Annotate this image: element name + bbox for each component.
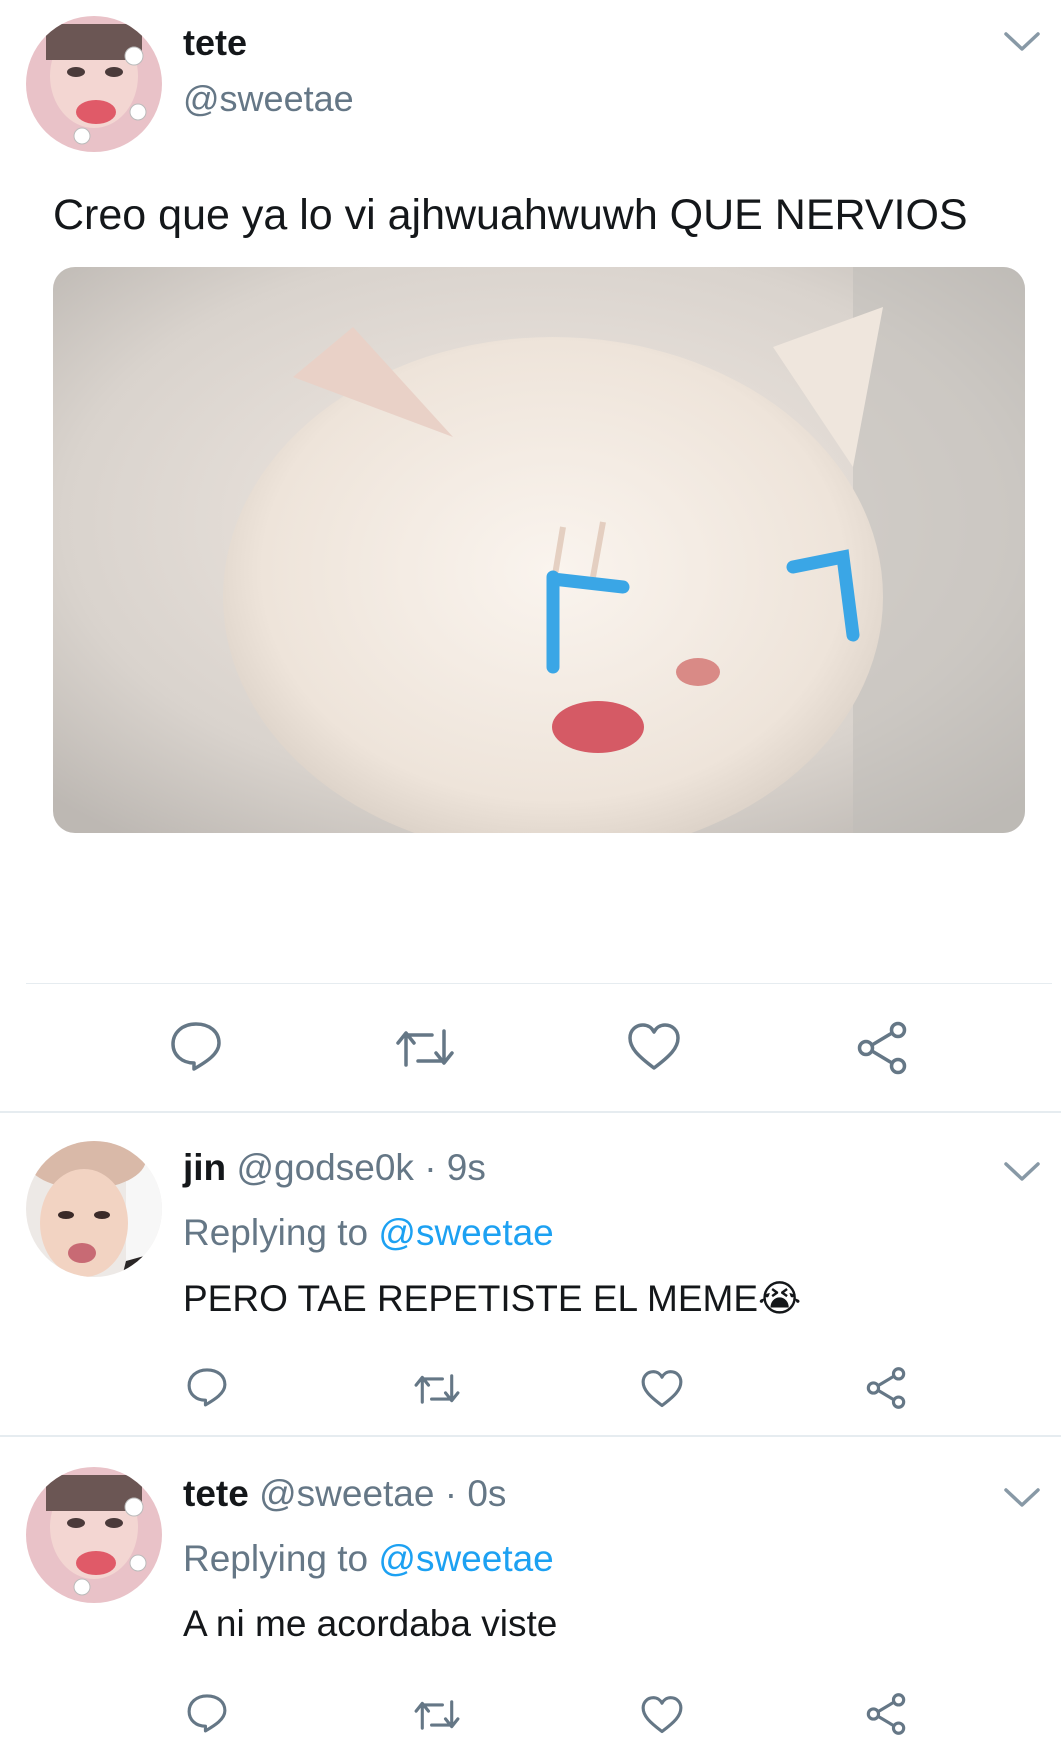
timestamp[interactable]: · 9s <box>424 1147 486 1188</box>
chevron-down-icon[interactable] <box>1003 30 1041 54</box>
author-handle[interactable]: @godse0k <box>236 1147 413 1188</box>
reply-header: jin @godse0k · 9s <box>183 1147 486 1189</box>
author-handle[interactable]: @sweetae <box>183 78 354 120</box>
tweet-media[interactable] <box>53 267 1025 833</box>
share-icon[interactable] <box>854 1020 910 1076</box>
tweet-text: PERO TAE REPETISTE EL MEME😭 <box>183 1278 802 1319</box>
avatar[interactable] <box>26 1141 162 1277</box>
divider <box>0 1111 1061 1113</box>
author-handle[interactable]: @sweetae <box>259 1473 434 1514</box>
author-name[interactable]: tete <box>183 22 247 64</box>
retweet-icon[interactable] <box>413 1697 461 1733</box>
reply-icon[interactable] <box>186 1692 228 1734</box>
share-icon[interactable] <box>864 1692 908 1736</box>
crying-cat-meme-image <box>53 267 1025 833</box>
mention-link[interactable]: @sweetae <box>378 1212 553 1253</box>
replying-to: Replying to @sweetae <box>183 1212 554 1254</box>
author-name[interactable]: tete <box>183 1473 249 1514</box>
like-icon[interactable] <box>640 1695 684 1735</box>
divider <box>26 983 1052 984</box>
tweet-text: A ni me acordaba viste <box>183 1603 558 1644</box>
replying-to-label: Replying to <box>183 1212 369 1253</box>
avatar[interactable] <box>26 16 162 152</box>
timestamp[interactable]: · 0s <box>445 1473 507 1514</box>
reply-icon[interactable] <box>169 1020 223 1072</box>
replying-to-label: Replying to <box>183 1538 369 1579</box>
divider <box>0 1435 1061 1437</box>
avatar[interactable] <box>26 1467 162 1603</box>
retweet-icon[interactable] <box>394 1025 456 1071</box>
like-icon[interactable] <box>640 1369 684 1409</box>
tweet-text: Creo que ya lo vi ajhwuahwuwh QUE NERVIO… <box>53 191 968 239</box>
replying-to: Replying to @sweetae <box>183 1538 554 1580</box>
share-icon[interactable] <box>864 1366 908 1410</box>
retweet-icon[interactable] <box>413 1371 461 1407</box>
chevron-down-icon[interactable] <box>1003 1160 1041 1184</box>
reply-header: tete @sweetae · 0s <box>183 1473 506 1515</box>
like-icon[interactable] <box>626 1022 682 1072</box>
mention-link[interactable]: @sweetae <box>378 1538 553 1579</box>
reply-icon[interactable] <box>186 1366 228 1408</box>
author-name[interactable]: jin <box>183 1147 226 1188</box>
chevron-down-icon[interactable] <box>1003 1486 1041 1510</box>
